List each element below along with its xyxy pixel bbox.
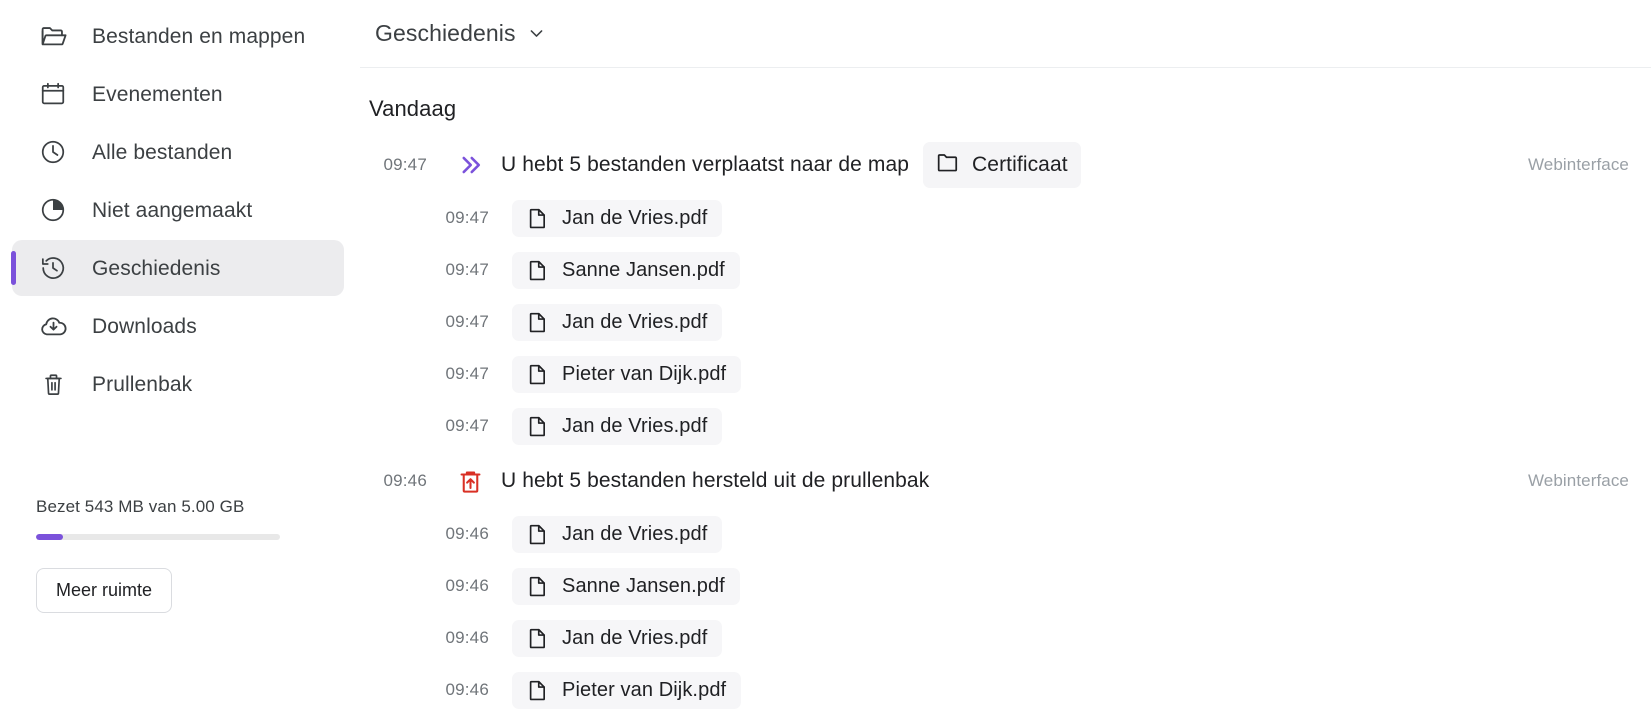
history-event-row[interactable]: 09:46 U hebt 5 bestanden hersteld uit de… bbox=[360, 454, 1651, 508]
document-icon bbox=[525, 362, 550, 387]
app-root: Bestanden en mappen Evenementen Alle bes… bbox=[0, 0, 1651, 711]
event-source: Webinterface bbox=[1527, 471, 1629, 490]
cloud-download-icon bbox=[38, 311, 68, 341]
more-space-button[interactable]: Meer ruimte bbox=[36, 568, 173, 613]
history-file-row[interactable]: 09:46 Jan de Vries.pdf bbox=[360, 612, 1651, 664]
history-file-row[interactable]: 09:46 Jan de Vries.pdf bbox=[360, 508, 1651, 560]
file-time: 09:47 bbox=[445, 260, 489, 279]
folder-chip-label: Certificaat bbox=[972, 153, 1068, 176]
storage-usage-text: Bezet 543 MB van 5.00 GB bbox=[36, 497, 245, 516]
sidebar-item-label: Evenementen bbox=[92, 82, 223, 106]
history-dropdown-toggle[interactable]: Geschiedenis bbox=[369, 16, 552, 51]
double-chevron-right-icon bbox=[453, 150, 487, 180]
file-chip[interactable]: Jan de Vries.pdf bbox=[512, 303, 723, 341]
file-time: 09:47 bbox=[445, 364, 489, 383]
sidebar-item-alle-bestanden[interactable]: Alle bestanden bbox=[12, 124, 344, 180]
event-description: U hebt 5 bestanden verplaatst naar de ma… bbox=[501, 153, 910, 176]
storage-progress-fill bbox=[36, 534, 63, 540]
file-chip[interactable]: Jan de Vries.pdf bbox=[512, 515, 723, 553]
file-time: 09:47 bbox=[445, 312, 489, 331]
sidebar-item-bestanden-en-mappen[interactable]: Bestanden en mappen bbox=[12, 8, 344, 64]
main-content: Geschiedenis Vandaag 09:47 U hebt 5 best… bbox=[360, 0, 1651, 711]
history-file-row[interactable]: 09:46 Pieter van Dijk.pdf bbox=[360, 664, 1651, 711]
document-icon bbox=[525, 678, 550, 703]
sidebar-item-label: Geschiedenis bbox=[92, 256, 221, 280]
file-name: Pieter van Dijk.pdf bbox=[562, 678, 727, 701]
file-name: Jan de Vries.pdf bbox=[562, 626, 708, 649]
document-icon bbox=[525, 626, 550, 651]
main-header: Geschiedenis bbox=[360, 0, 1651, 68]
file-time: 09:47 bbox=[445, 208, 489, 227]
file-chip[interactable]: Pieter van Dijk.pdf bbox=[512, 355, 742, 393]
sidebar-item-geschiedenis[interactable]: Geschiedenis bbox=[11, 240, 344, 296]
event-text-wrap: U hebt 5 bestanden hersteld uit de prull… bbox=[501, 469, 929, 493]
event-description: U hebt 5 bestanden hersteld uit de prull… bbox=[501, 469, 930, 492]
file-name: Jan de Vries.pdf bbox=[562, 206, 708, 229]
file-time: 09:46 bbox=[445, 576, 489, 595]
file-time: 09:46 bbox=[445, 628, 489, 647]
file-name: Jan de Vries.pdf bbox=[562, 310, 708, 333]
file-name: Sanne Jansen.pdf bbox=[562, 258, 725, 281]
document-icon bbox=[525, 310, 550, 335]
history-file-row[interactable]: 09:46 Sanne Jansen.pdf bbox=[360, 560, 1651, 612]
sidebar-item-evenementen[interactable]: Evenementen bbox=[12, 66, 344, 122]
event-time: 09:47 bbox=[383, 155, 427, 174]
file-chip[interactable]: Sanne Jansen.pdf bbox=[512, 251, 740, 289]
pie-chart-icon bbox=[38, 195, 68, 225]
chevron-down-icon bbox=[527, 24, 546, 43]
file-name: Pieter van Dijk.pdf bbox=[562, 362, 727, 385]
folder-icon bbox=[935, 149, 961, 181]
file-time: 09:47 bbox=[445, 416, 489, 435]
clock-icon bbox=[38, 137, 68, 167]
file-chip[interactable]: Jan de Vries.pdf bbox=[512, 619, 723, 657]
history-file-row[interactable]: 09:47 Pieter van Dijk.pdf bbox=[360, 348, 1651, 400]
file-name: Sanne Jansen.pdf bbox=[562, 574, 725, 597]
document-icon bbox=[525, 206, 550, 231]
sidebar-item-label: Downloads bbox=[92, 314, 197, 338]
folder-open-icon bbox=[38, 21, 68, 51]
calendar-icon bbox=[38, 79, 68, 109]
sidebar: Bestanden en mappen Evenementen Alle bes… bbox=[0, 0, 360, 711]
file-name: Jan de Vries.pdf bbox=[562, 414, 708, 437]
file-name: Jan de Vries.pdf bbox=[562, 522, 708, 545]
history-list: 09:47 U hebt 5 bestanden verplaatst naar… bbox=[360, 122, 1651, 711]
file-chip[interactable]: Pieter van Dijk.pdf bbox=[512, 671, 742, 709]
page-title: Geschiedenis bbox=[375, 20, 516, 46]
document-icon bbox=[525, 258, 550, 283]
trash-icon bbox=[38, 369, 68, 399]
document-icon bbox=[525, 574, 550, 599]
history-icon bbox=[38, 253, 68, 283]
sidebar-item-label: Prullenbak bbox=[92, 372, 193, 396]
history-event-row[interactable]: 09:47 U hebt 5 bestanden verplaatst naar… bbox=[360, 138, 1651, 192]
sidebar-item-label: Bestanden en mappen bbox=[92, 24, 306, 48]
storage-progress-bar bbox=[36, 534, 280, 540]
history-file-row[interactable]: 09:47 Sanne Jansen.pdf bbox=[360, 244, 1651, 296]
document-icon bbox=[525, 414, 550, 439]
file-time: 09:46 bbox=[445, 524, 489, 543]
event-source: Webinterface bbox=[1527, 155, 1629, 174]
document-icon bbox=[525, 522, 550, 547]
section-title-vandaag: Vandaag bbox=[369, 96, 457, 121]
sidebar-item-label: Niet aangemaakt bbox=[92, 198, 253, 222]
storage-panel: Bezet 543 MB van 5.00 GB Meer ruimte bbox=[0, 497, 360, 613]
sidebar-item-prullenbak[interactable]: Prullenbak bbox=[12, 356, 344, 412]
sidebar-item-downloads[interactable]: Downloads bbox=[12, 298, 344, 354]
history-file-row[interactable]: 09:47 Jan de Vries.pdf bbox=[360, 400, 1651, 452]
event-time: 09:46 bbox=[383, 471, 427, 490]
folder-chip-certificaat[interactable]: Certificaat bbox=[923, 142, 1081, 188]
file-chip[interactable]: Jan de Vries.pdf bbox=[512, 199, 723, 237]
event-text-wrap: U hebt 5 bestanden verplaatst naar de ma… bbox=[501, 142, 1081, 188]
trash-restore-icon bbox=[453, 467, 487, 496]
file-time: 09:46 bbox=[445, 680, 489, 699]
sidebar-nav: Bestanden en mappen Evenementen Alle bes… bbox=[0, 8, 360, 412]
file-chip[interactable]: Sanne Jansen.pdf bbox=[512, 567, 740, 605]
history-file-row[interactable]: 09:47 Jan de Vries.pdf bbox=[360, 192, 1651, 244]
file-chip[interactable]: Jan de Vries.pdf bbox=[512, 407, 723, 445]
sidebar-item-label: Alle bestanden bbox=[92, 140, 233, 164]
sidebar-item-niet-aangemaakt[interactable]: Niet aangemaakt bbox=[12, 182, 344, 238]
active-accent-bar bbox=[11, 251, 16, 285]
history-file-row[interactable]: 09:47 Jan de Vries.pdf bbox=[360, 296, 1651, 348]
